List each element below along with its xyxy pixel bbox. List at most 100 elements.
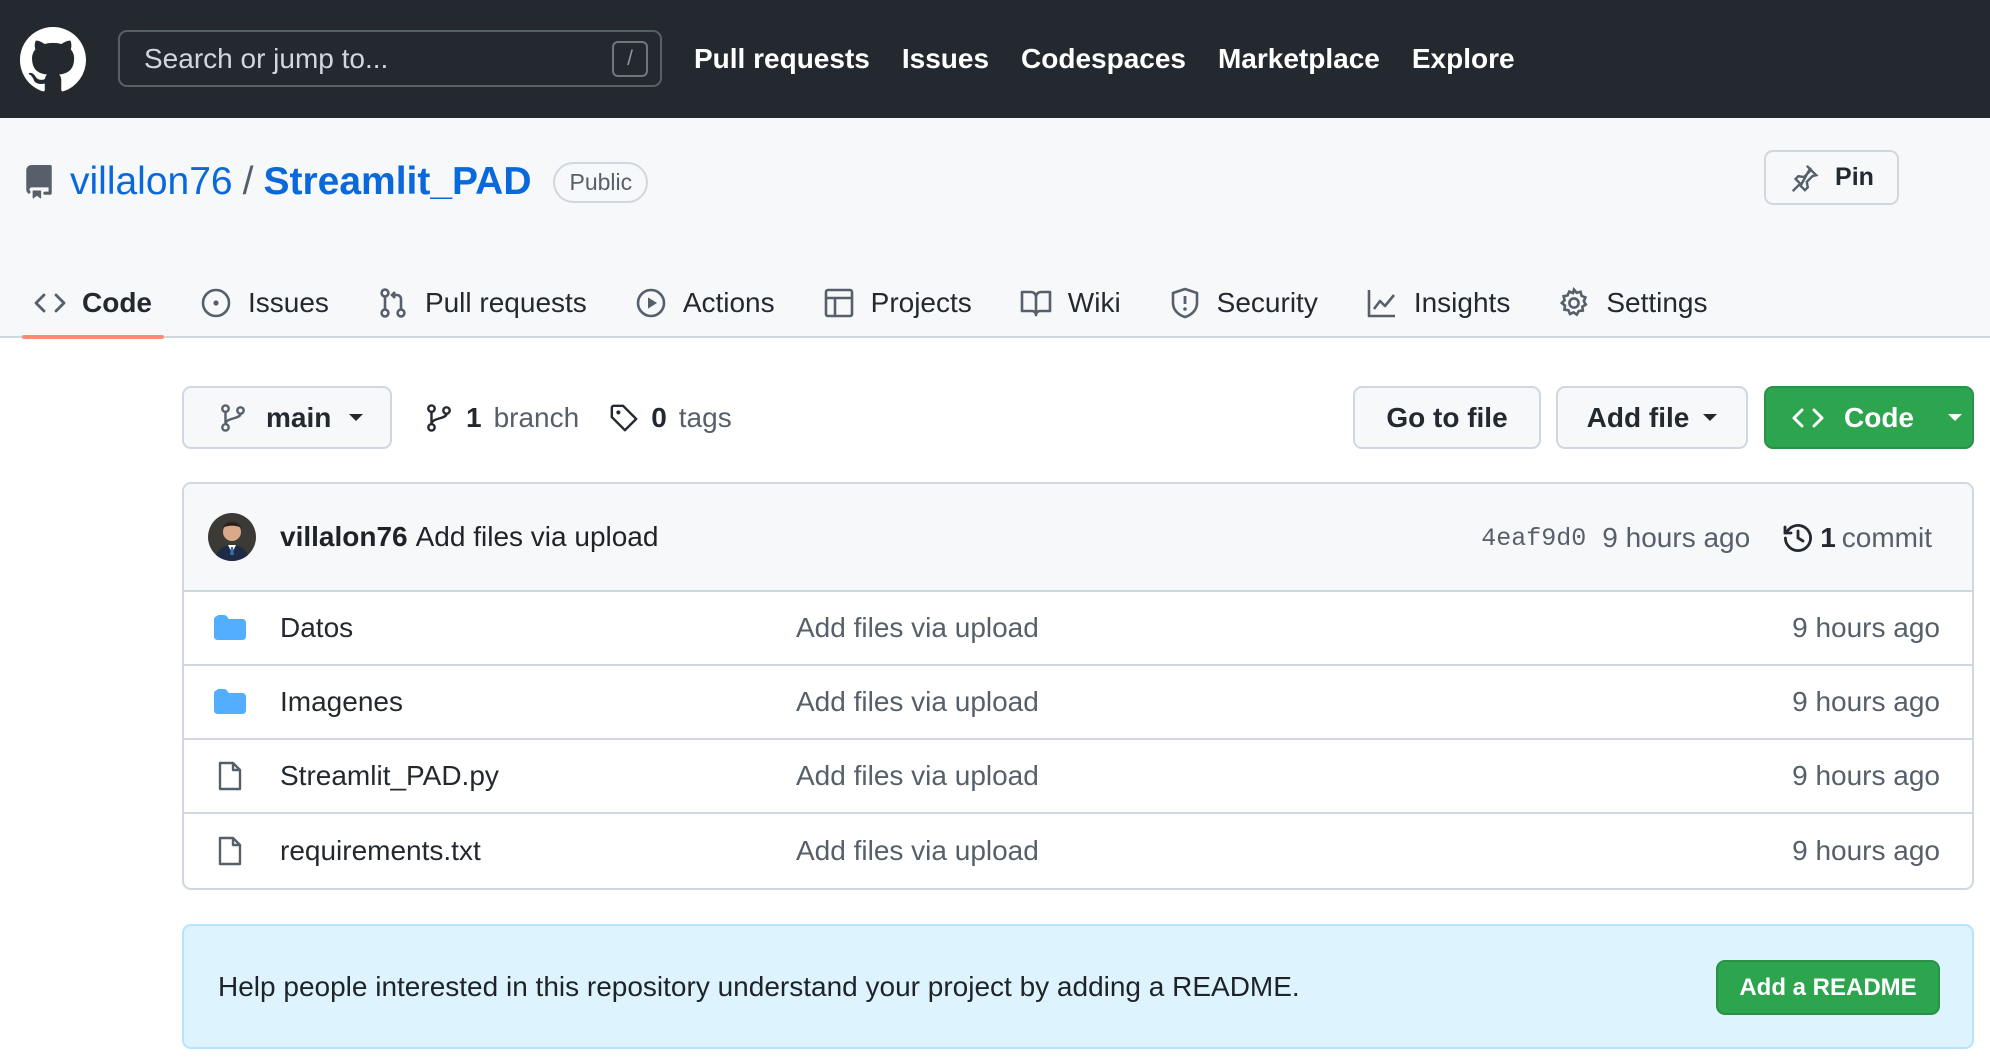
nav-issues[interactable]: Issues	[902, 43, 989, 75]
chevron-down-icon	[1703, 414, 1718, 421]
file-commit-message[interactable]: Add files via upload	[796, 760, 1039, 792]
commit-history-link[interactable]: 1 commit	[1782, 522, 1932, 554]
folder-icon	[214, 689, 246, 714]
tab-label: Security	[1216, 287, 1318, 318]
file-commit-time: 9 hours ago	[1792, 612, 1940, 643]
repo-owner-link[interactable]: villalon76	[70, 160, 233, 204]
branch-name: main	[266, 401, 332, 433]
file-name-link[interactable]: Datos	[280, 612, 353, 644]
tab-actions[interactable]: Actions	[623, 268, 787, 338]
commit-message-link[interactable]: Add files via upload	[416, 521, 659, 553]
file-row[interactable]: requirements.txt Add files via upload 9 …	[184, 814, 1972, 888]
tab-projects[interactable]: Projects	[811, 268, 984, 338]
file-commit-message[interactable]: Add files via upload	[796, 835, 1039, 867]
tag-count: 0	[651, 401, 667, 433]
code-dropdown-button[interactable]: Code	[1764, 386, 1974, 449]
code-icon	[1792, 408, 1824, 427]
commit-count-label: commit	[1841, 522, 1932, 553]
tab-wiki[interactable]: Wiki	[1008, 268, 1133, 338]
repo-tabs: Code Issues Pull requests Actions Projec…	[22, 268, 1744, 339]
commit-time: 9 hours ago	[1602, 522, 1751, 553]
branch-count: 1	[466, 401, 482, 433]
commit-count: 1	[1820, 522, 1836, 553]
play-icon	[636, 288, 666, 318]
nav-explore[interactable]: Explore	[1412, 43, 1515, 75]
file-name-link[interactable]: Imagenes	[280, 686, 403, 718]
add-file-label: Add file	[1586, 401, 1690, 433]
latest-commit-row: villalon76 Add files via upload 4eaf9d0 …	[184, 484, 1972, 592]
repo-title: villalon76 / Streamlit_PAD Public	[22, 160, 649, 204]
issue-icon	[201, 288, 231, 318]
tag-count-label: tags	[678, 401, 732, 433]
add-file-button[interactable]: Add file	[1556, 386, 1748, 449]
pin-icon	[1791, 164, 1819, 192]
tab-issues[interactable]: Issues	[188, 268, 341, 338]
code-icon	[34, 293, 66, 313]
global-nav: Pull requests Issues Codespaces Marketpl…	[694, 0, 1515, 118]
nav-pull-requests[interactable]: Pull requests	[694, 43, 870, 75]
repo-counts: 1 branch 0 tags	[424, 386, 732, 449]
repo-separator: /	[242, 160, 254, 203]
go-to-file-button[interactable]: Go to file	[1353, 386, 1541, 449]
file-row[interactable]: Streamlit_PAD.py Add files via upload 9 …	[184, 740, 1972, 814]
folder-icon	[214, 615, 246, 640]
nav-marketplace[interactable]: Marketplace	[1218, 43, 1380, 75]
pull-request-icon	[380, 288, 406, 318]
file-list: villalon76 Add files via upload 4eaf9d0 …	[182, 482, 1974, 890]
branch-selector-button[interactable]: main	[182, 386, 392, 449]
global-header: Search or jump to... / Pull requests Iss…	[0, 0, 1990, 118]
code-button-label: Code	[1844, 401, 1914, 433]
file-name-link[interactable]: Streamlit_PAD.py	[280, 760, 499, 792]
tab-label: Pull requests	[424, 287, 587, 318]
tab-pull-requests[interactable]: Pull requests	[365, 268, 599, 338]
search-shortcut-key: /	[612, 41, 648, 77]
branch-icon	[221, 403, 245, 432]
pin-label: Pin	[1835, 163, 1874, 191]
search-placeholder: Search or jump to...	[144, 42, 389, 74]
tab-label: Code	[82, 287, 152, 318]
commit-meta: 4eaf9d0 9 hours ago 1 commit	[1481, 484, 1932, 592]
chevron-down-icon	[1948, 414, 1962, 421]
branch-icon	[427, 403, 451, 432]
tab-code[interactable]: Code	[22, 268, 164, 339]
tab-security[interactable]: Security	[1157, 268, 1330, 338]
nav-codespaces[interactable]: Codespaces	[1021, 43, 1186, 75]
tab-settings[interactable]: Settings	[1546, 268, 1719, 338]
branch-count-label: branch	[493, 401, 580, 433]
tab-label: Projects	[870, 287, 972, 318]
tab-label: Actions	[682, 287, 775, 318]
tab-label: Wiki	[1067, 287, 1121, 318]
chevron-down-icon	[349, 414, 364, 421]
file-commit-time: 9 hours ago	[1792, 760, 1940, 791]
file-icon	[218, 836, 242, 866]
branches-link[interactable]: 1 branch	[424, 402, 579, 434]
file-commit-message[interactable]: Add files via upload	[796, 612, 1039, 644]
file-name-link[interactable]: requirements.txt	[280, 835, 481, 867]
visibility-badge: Public	[553, 161, 649, 203]
readme-banner-text: Help people interested in this repositor…	[218, 970, 1300, 1002]
gear-icon	[1560, 287, 1588, 317]
history-icon	[1783, 524, 1813, 553]
repo-name-link[interactable]: Streamlit_PAD	[263, 160, 531, 204]
add-readme-button[interactable]: Add a README	[1716, 960, 1940, 1015]
tab-label: Issues	[248, 287, 329, 318]
search-input[interactable]: Search or jump to... /	[118, 30, 662, 87]
file-commit-message[interactable]: Add files via upload	[796, 686, 1039, 718]
shield-icon	[1171, 287, 1198, 319]
readme-banner: Help people interested in this repositor…	[182, 924, 1974, 1049]
table-icon	[824, 288, 853, 318]
graph-icon	[1367, 290, 1395, 318]
file-icon	[218, 761, 242, 791]
tags-link[interactable]: 0 tags	[609, 402, 732, 434]
file-row[interactable]: Imagenes Add files via upload 9 hours ag…	[184, 666, 1972, 740]
pin-button[interactable]: Pin	[1764, 150, 1899, 205]
repo-icon	[26, 165, 52, 199]
file-row[interactable]: Datos Add files via upload 9 hours ago	[184, 592, 1972, 666]
avatar[interactable]	[208, 513, 256, 561]
github-logo-icon[interactable]	[20, 27, 86, 93]
file-commit-time: 9 hours ago	[1792, 835, 1940, 866]
commit-author-link[interactable]: villalon76	[280, 521, 408, 553]
commit-sha-link[interactable]: 4eaf9d0	[1481, 524, 1586, 553]
tab-insights[interactable]: Insights	[1354, 268, 1523, 338]
file-commit-time: 9 hours ago	[1792, 686, 1940, 717]
